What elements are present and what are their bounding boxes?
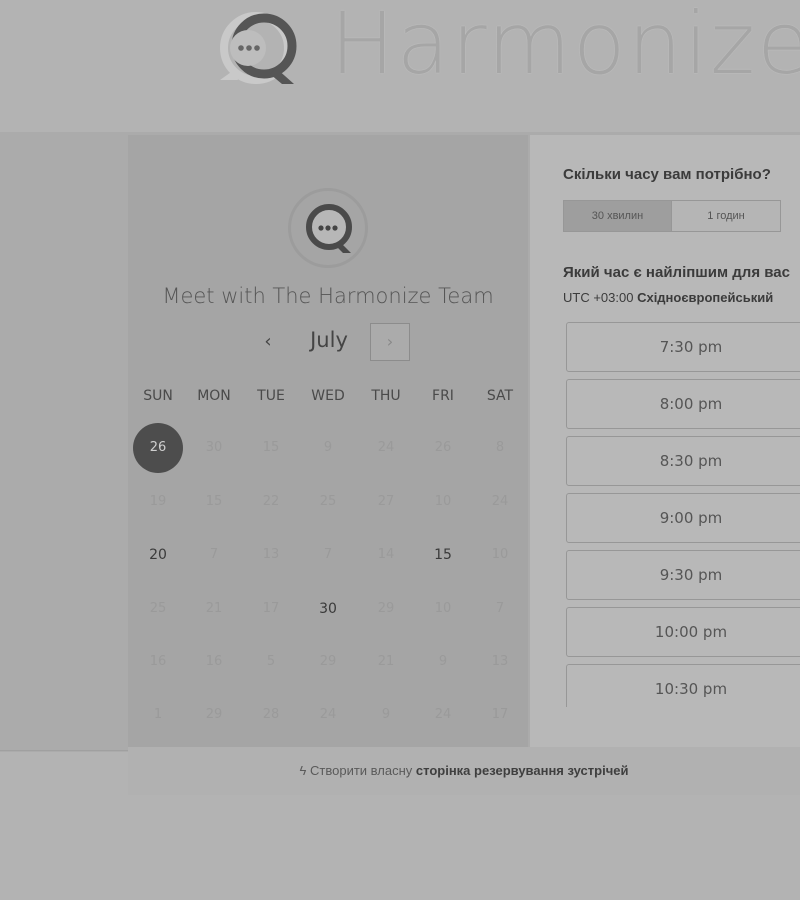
time-question: Який час є найліпшим для вас — [563, 264, 790, 281]
calendar-day-available[interactable]: 15 — [418, 530, 468, 580]
calendar-day: 25 — [319, 494, 337, 509]
calendar-day: 14 — [377, 547, 395, 562]
calendar-day: 24 — [377, 440, 395, 455]
calendar-day: 29 — [377, 601, 395, 616]
calendar-day-available[interactable]: 30 — [303, 584, 353, 634]
calendar-day: 7 — [495, 601, 505, 616]
calendar-day: 9 — [381, 707, 391, 722]
calendar-day: 10 — [491, 547, 509, 562]
calendar-day-available[interactable]: 20 — [133, 530, 183, 580]
weekday-label: TUE — [257, 388, 285, 404]
timezone-offset: UTC +03:00 — [563, 290, 634, 305]
footer-text-prefix: Створити власну — [310, 763, 413, 778]
weekday-label: MON — [197, 388, 231, 404]
calendar-day: 9 — [323, 440, 333, 455]
duration-question: Скільки часу вам потрібно? — [563, 166, 771, 183]
month-label: July — [310, 328, 348, 352]
meeting-title: Meet with The Harmonize Team — [162, 284, 494, 308]
time-slot-button[interactable]: 9:30 pm — [566, 550, 800, 600]
calendar-day: 22 — [262, 494, 280, 509]
next-month-button[interactable]: › — [370, 323, 410, 361]
brand-name: Harmonize — [330, 0, 800, 94]
calendar-day: 16 — [149, 654, 167, 669]
weekday-label: SUN — [143, 388, 173, 404]
calendar-day: 10 — [434, 601, 452, 616]
calendar-day: 29 — [319, 654, 337, 669]
calendar-day: 9 — [438, 654, 448, 669]
weekday-label: FRI — [432, 388, 454, 404]
calendar-day: 13 — [262, 547, 280, 562]
prev-month-button[interactable]: ‹ — [254, 328, 282, 356]
calendar-day: 17 — [262, 601, 280, 616]
time-slot-button[interactable]: 7:30 pm — [566, 322, 800, 372]
hubspot-sprocket-icon: ϟ — [299, 763, 307, 778]
calendar-day: 21 — [205, 601, 223, 616]
calendar-day: 30 — [205, 440, 223, 455]
calendar-day: 27 — [377, 494, 395, 509]
chat-bubble-logo-icon — [220, 12, 297, 84]
time-slot-button[interactable]: 8:00 pm — [566, 379, 800, 429]
calendar-day: 5 — [266, 654, 276, 669]
calendar-day: 1 — [153, 707, 163, 722]
timezone-label[interactable]: UTC +03:00 Східноєвропейський — [563, 290, 773, 305]
calendar-day: 26 — [434, 440, 452, 455]
calendar-day: 19 — [149, 494, 167, 509]
footer-text-bold: сторінка резервування зустрічей — [415, 763, 629, 778]
calendar-day: 21 — [377, 654, 395, 669]
duration-30-button[interactable]: 30 хвилин — [563, 200, 672, 232]
calendar-day: 15 — [262, 440, 280, 455]
timezone-name: Східноєвропейський — [637, 290, 774, 305]
weekday-label: THU — [371, 388, 401, 404]
duration-60-button[interactable]: 1 годин — [671, 200, 781, 232]
chat-bubble-avatar-icon — [306, 204, 352, 253]
time-slot-button[interactable]: 10:30 pm — [566, 664, 800, 707]
calendar-day: 7 — [323, 547, 333, 562]
time-slot-button[interactable]: 10:00 pm — [566, 607, 800, 657]
calendar-day: 24 — [434, 707, 452, 722]
calendar-day: 16 — [205, 654, 223, 669]
weekday-label: WED — [311, 388, 345, 404]
calendar-day-selected[interactable]: 26 — [133, 423, 183, 473]
calendar-day: 7 — [209, 547, 219, 562]
calendar-day: 17 — [491, 707, 509, 722]
calendar-day: 24 — [491, 494, 509, 509]
avatar — [288, 188, 368, 268]
calendar-day: 29 — [205, 707, 223, 722]
calendar-day: 8 — [495, 440, 505, 455]
calendar-day: 15 — [205, 494, 223, 509]
calendar-day: 10 — [434, 494, 452, 509]
calendar-day: 13 — [491, 654, 509, 669]
time-slot-list: 7:30 pm 8:00 pm 8:30 pm 9:00 pm 9:30 pm 10:00… — [566, 322, 800, 707]
time-slot-button[interactable]: 8:30 pm — [566, 436, 800, 486]
calendar-day: 24 — [319, 707, 337, 722]
weekday-label: SAT — [486, 388, 514, 404]
divider — [0, 750, 128, 751]
time-slot-button[interactable]: 9:00 pm — [566, 493, 800, 543]
footer: ϟ Створити власну сторінка резервування … — [128, 747, 800, 795]
calendar-day: 25 — [149, 601, 167, 616]
calendar-day: 28 — [262, 707, 280, 722]
footer-link[interactable]: ϟ Створити власну сторінка резервування … — [128, 763, 800, 778]
header: Harmonize — [0, 0, 800, 132]
